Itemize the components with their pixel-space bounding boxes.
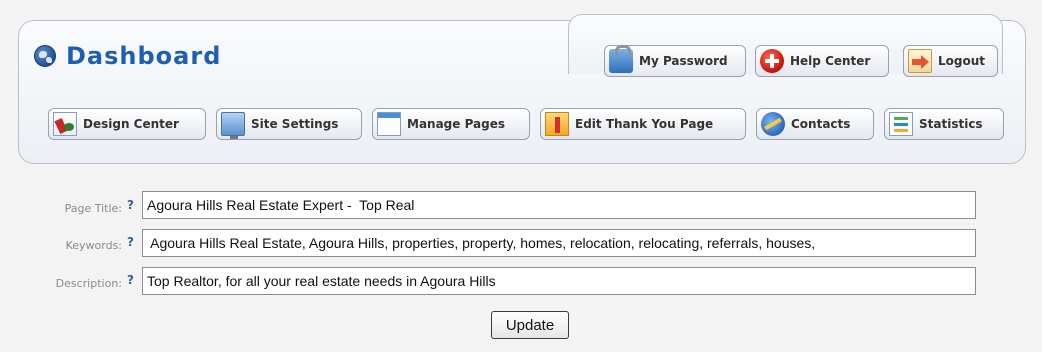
nav-statistics-label: Statistics <box>919 117 983 131</box>
keywords-label: Keywords: <box>65 239 122 252</box>
folder-bookmark-icon <box>545 112 569 136</box>
nav-contacts-label: Contacts <box>791 117 851 131</box>
page-title-input[interactable] <box>142 191 976 219</box>
nav-contacts[interactable]: Contacts <box>756 108 874 140</box>
help-icon <box>760 49 784 73</box>
help-center-label: Help Center <box>790 54 871 68</box>
globe-icon <box>34 45 56 67</box>
help-center-button[interactable]: Help Center <box>755 45 889 77</box>
page-icon <box>377 112 401 136</box>
lock-icon <box>609 45 633 73</box>
nav-site-settings[interactable]: Site Settings <box>216 108 362 140</box>
nav-manage-pages-label: Manage Pages <box>407 117 506 131</box>
page-title: Dashboard <box>66 42 222 70</box>
nav-site-settings-label: Site Settings <box>251 117 339 131</box>
design-icon <box>53 112 77 136</box>
keywords-help-icon[interactable]: ? <box>127 235 134 249</box>
nav-edit-thank-you-page[interactable]: Edit Thank You Page <box>540 108 746 140</box>
my-password-label: My Password <box>639 54 728 68</box>
nav-manage-pages[interactable]: Manage Pages <box>372 108 530 140</box>
description-input[interactable] <box>142 267 976 295</box>
statistics-icon <box>889 112 913 136</box>
nav-design-center-label: Design Center <box>83 117 179 131</box>
page-title-label: Page Title: <box>64 202 122 215</box>
description-label: Description: <box>55 277 122 290</box>
update-button[interactable]: Update <box>491 311 569 339</box>
nav-design-center[interactable]: Design Center <box>48 108 206 140</box>
my-password-button[interactable]: My Password <box>604 45 746 77</box>
page-title-help-icon[interactable]: ? <box>127 198 134 212</box>
nav-statistics[interactable]: Statistics <box>884 108 1004 140</box>
nav-edit-thank-you-page-label: Edit Thank You Page <box>575 117 714 131</box>
logout-icon <box>908 49 932 73</box>
monitor-icon <box>221 112 245 139</box>
keywords-input[interactable] <box>142 229 976 257</box>
dashboard-header: Dashboard <box>34 42 221 70</box>
logout-button[interactable]: Logout <box>903 45 998 77</box>
contacts-icon <box>761 112 785 136</box>
description-help-icon[interactable]: ? <box>127 273 134 287</box>
logout-label: Logout <box>938 54 986 68</box>
